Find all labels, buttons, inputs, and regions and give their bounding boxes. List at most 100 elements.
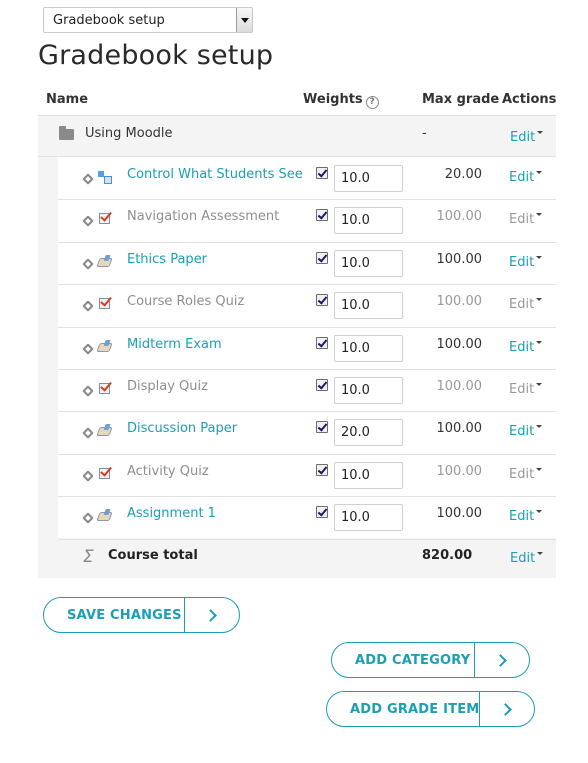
lesson-icon: [98, 171, 112, 184]
move-icon[interactable]: [82, 427, 94, 439]
quiz-icon: [99, 383, 110, 394]
course-total-label: Course total: [108, 548, 198, 563]
weight-input[interactable]: 10.0: [334, 165, 403, 192]
item-icons: [82, 509, 118, 525]
weight-override-checkbox[interactable]: [316, 464, 328, 476]
item-icons: [82, 255, 118, 271]
grade-item-name[interactable]: Control What Students See: [127, 167, 303, 182]
save-changes-button[interactable]: SAVE CHANGES: [43, 597, 240, 633]
grade-item-max-grade: 20.00: [444, 167, 482, 182]
grade-item-max-grade: 100.00: [436, 379, 483, 394]
grade-item-edit-menu[interactable]: Edit: [509, 382, 543, 397]
move-icon[interactable]: [82, 470, 94, 482]
edit-label: Edit: [510, 551, 536, 566]
grade-item-row: Control What Students See 10.0 20.00 Edit: [58, 157, 556, 199]
weight-override-checkbox[interactable]: [316, 209, 328, 221]
move-icon[interactable]: [82, 385, 94, 397]
grade-item-max-grade: 100.00: [436, 294, 483, 309]
weight-override-checkbox[interactable]: [316, 294, 328, 306]
button-divider: [184, 598, 185, 632]
caret-down-icon: [536, 425, 543, 428]
select-value: Gradebook setup: [53, 13, 165, 28]
chevron-right-icon: [204, 609, 217, 622]
weight-override-checkbox[interactable]: [316, 379, 328, 391]
grade-item-max-grade: 100.00: [436, 337, 483, 352]
grade-item-name[interactable]: Activity Quiz: [127, 464, 209, 479]
item-icons: [82, 467, 118, 483]
grade-item-name[interactable]: Midterm Exam: [127, 337, 222, 352]
grade-item-name[interactable]: Course Roles Quiz: [127, 294, 244, 309]
grade-item-row: Course Roles Quiz 10.0 100.00 Edit: [58, 284, 556, 326]
course-total-edit-menu[interactable]: Edit: [510, 551, 544, 566]
move-icon[interactable]: [82, 258, 94, 270]
grade-item-row: Display Quiz 10.0 100.00 Edit: [58, 369, 556, 411]
help-icon[interactable]: ?: [365, 96, 379, 109]
weight-input[interactable]: 10.0: [334, 504, 403, 531]
move-icon[interactable]: [82, 300, 94, 312]
caret-down-icon: [536, 468, 543, 471]
caret-down-icon: [536, 510, 543, 513]
grade-item-max-grade: 100.00: [436, 421, 483, 436]
weight-input[interactable]: 10.0: [334, 377, 403, 404]
weight-override-checkbox[interactable]: [316, 337, 328, 349]
chevron-right-icon: [494, 654, 507, 667]
grade-item-max-grade: 100.00: [436, 464, 483, 479]
caret-down-icon: [536, 298, 543, 301]
caret-down-icon: [536, 171, 543, 174]
grade-item-row: Assignment 1 10.0 100.00 Edit: [58, 496, 556, 538]
grade-item-edit-menu[interactable]: Edit: [509, 170, 543, 185]
grade-item-row: Midterm Exam 10.0 100.00 Edit: [58, 327, 556, 369]
edit-label: Edit: [509, 297, 535, 312]
edit-label: Edit: [509, 509, 535, 524]
weight-input[interactable]: 10.0: [334, 207, 403, 234]
add-grade-item-button[interactable]: ADD GRADE ITEM: [326, 691, 535, 727]
weight-input[interactable]: 10.0: [334, 462, 403, 489]
grade-item-edit-menu[interactable]: Edit: [509, 297, 543, 312]
edit-label: Edit: [510, 130, 536, 145]
weight-override-checkbox[interactable]: [316, 506, 328, 518]
move-icon[interactable]: [82, 215, 94, 227]
grade-item-name[interactable]: Navigation Assessment: [127, 209, 279, 224]
weight-input[interactable]: 10.0: [334, 250, 403, 277]
weight-input[interactable]: 10.0: [334, 292, 403, 319]
grade-item-name[interactable]: Discussion Paper: [127, 421, 237, 436]
weight-input[interactable]: 10.0: [334, 335, 403, 362]
edit-label: Edit: [509, 255, 535, 270]
move-icon[interactable]: [82, 173, 94, 185]
caret-down-icon: [536, 213, 543, 216]
grade-item-max-grade: 100.00: [436, 506, 483, 521]
weights-header-label: Weights: [303, 92, 363, 107]
item-icons: [82, 424, 118, 440]
chevron-down-icon[interactable]: [236, 8, 252, 32]
edit-label: Edit: [509, 170, 535, 185]
column-header-weights: Weights?: [303, 92, 379, 109]
move-icon[interactable]: [82, 512, 94, 524]
column-header-name: Name: [46, 92, 89, 107]
grade-item-edit-menu[interactable]: Edit: [509, 467, 543, 482]
grade-item-max-grade: 100.00: [436, 209, 483, 224]
grade-item-name[interactable]: Ethics Paper: [127, 252, 207, 267]
weight-override-checkbox[interactable]: [316, 421, 328, 433]
grade-item-row: Ethics Paper 10.0 100.00 Edit: [58, 242, 556, 284]
grade-item-edit-menu[interactable]: Edit: [509, 255, 543, 270]
gradebook-view-select[interactable]: Gradebook setup: [43, 7, 253, 33]
assignment-icon: [96, 343, 113, 352]
grade-item-edit-menu[interactable]: Edit: [509, 212, 543, 227]
add-category-button[interactable]: ADD CATEGORY: [331, 642, 530, 678]
item-icons: [82, 340, 118, 356]
quiz-icon: [99, 213, 110, 224]
grade-item-edit-menu[interactable]: Edit: [509, 509, 543, 524]
chevron-right-icon: [499, 703, 512, 716]
move-icon[interactable]: [82, 343, 94, 355]
weight-override-checkbox[interactable]: [316, 167, 328, 179]
weight-override-checkbox[interactable]: [316, 252, 328, 264]
weight-input[interactable]: 20.0: [334, 419, 403, 446]
caret-down-icon: [536, 341, 543, 344]
grade-item-max-grade: 100.00: [436, 252, 483, 267]
grade-item-edit-menu[interactable]: Edit: [509, 424, 543, 439]
grade-item-name[interactable]: Display Quiz: [127, 379, 208, 394]
grade-item-name[interactable]: Assignment 1: [127, 506, 216, 521]
category-edit-menu[interactable]: Edit: [510, 130, 544, 145]
grade-item-edit-menu[interactable]: Edit: [509, 340, 543, 355]
item-icons: [82, 297, 118, 313]
